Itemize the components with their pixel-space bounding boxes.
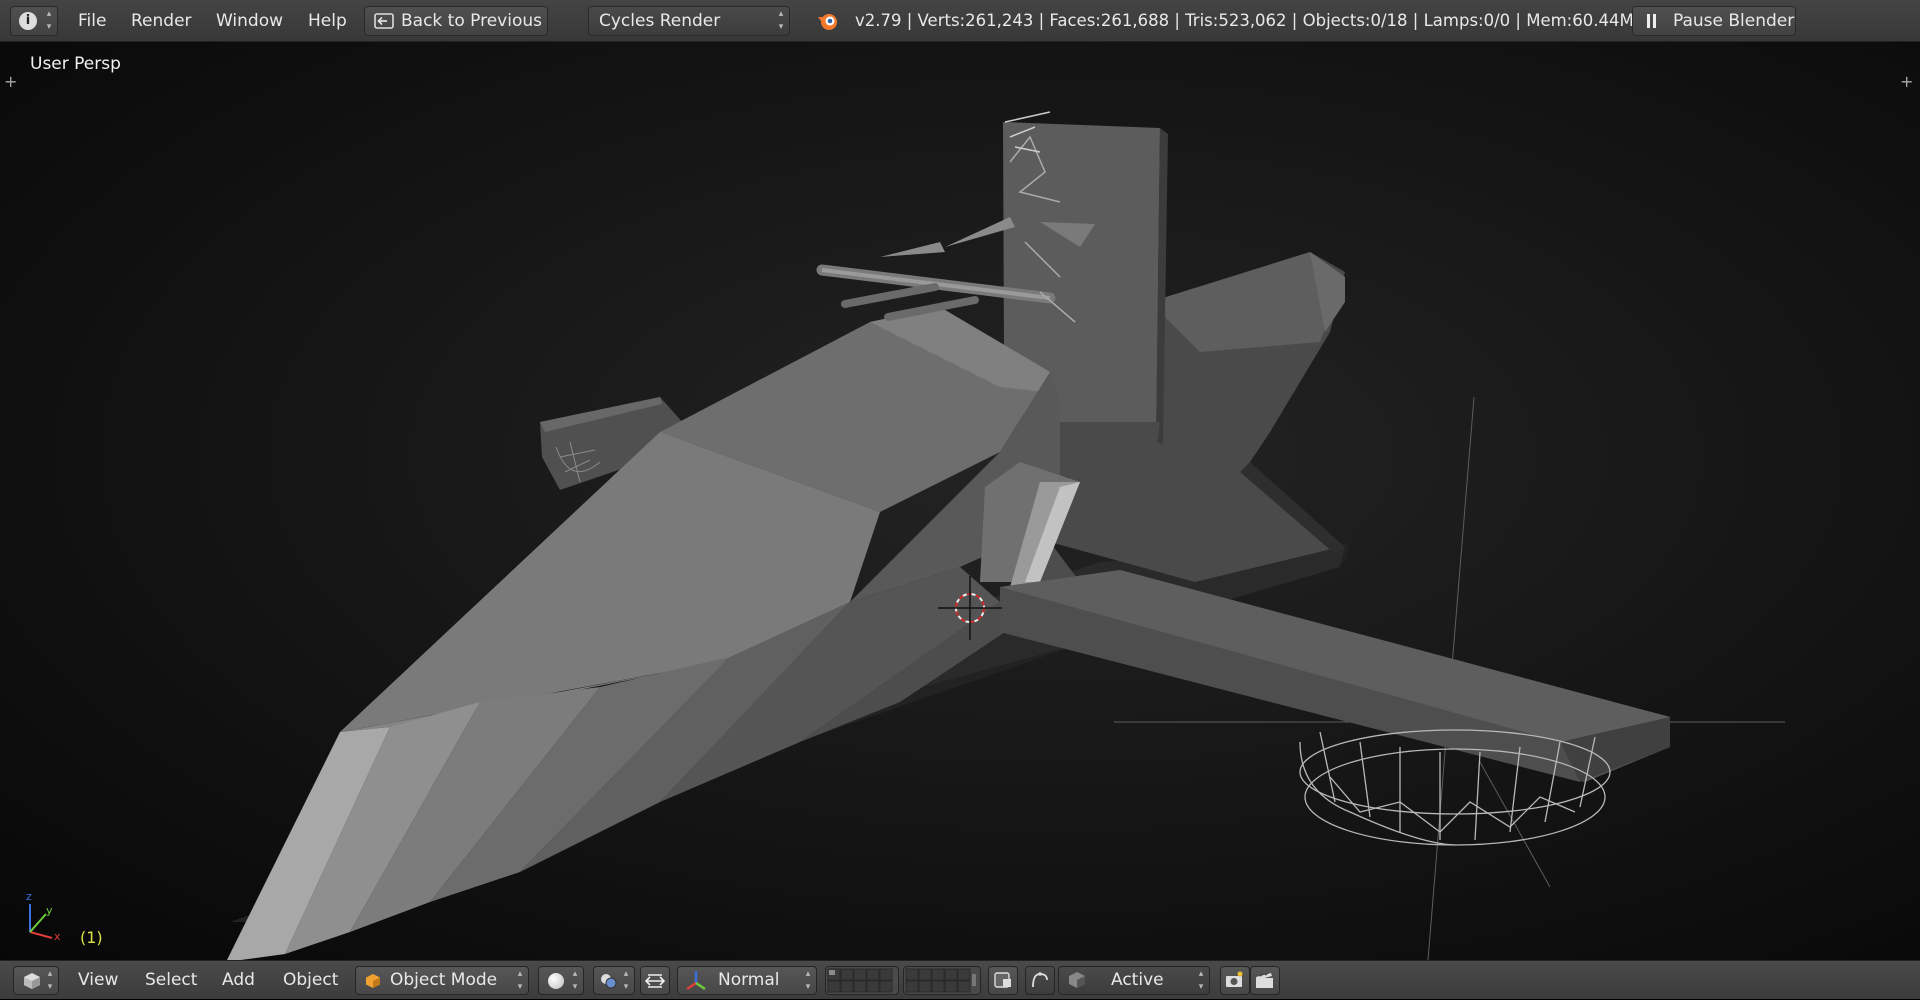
pivot-active-value: Active [1111, 970, 1164, 990]
info-icon: i [19, 12, 37, 30]
proportional-edit-icon [1032, 972, 1048, 988]
proportional-edit-button[interactable] [1025, 966, 1055, 995]
cube-view-icon [24, 973, 40, 989]
axis-y-label: y [46, 904, 53, 917]
menu-help[interactable]: Help [308, 0, 347, 42]
chevron-updown-icon: ▴ ▾ [805, 969, 811, 992]
chevron-updown-icon: ▴ ▾ [46, 9, 52, 32]
snap-icon [1069, 972, 1085, 988]
transform-orientation-icon [686, 971, 706, 991]
menu-render[interactable]: Render [131, 0, 192, 42]
render-image-button[interactable] [1220, 966, 1250, 995]
menu-object[interactable]: Object [283, 961, 338, 1000]
render-clip-icon [1256, 972, 1273, 988]
menu-select[interactable]: Select [145, 961, 197, 1000]
scene-layers-right[interactable] [903, 966, 981, 995]
chevron-updown-icon: ▴ ▾ [517, 969, 523, 992]
back-to-previous-label: Back to Previous [401, 11, 542, 31]
object-mode-cube-icon [366, 974, 380, 988]
info-header: i ▴ ▾ File Render Window Help Back to Pre… [0, 0, 1920, 42]
editor-type-button[interactable]: i ▴ ▾ [10, 6, 58, 36]
scene-statistics: v2.79 | Verts:261,243 | Faces:261,688 | … [855, 11, 1634, 30]
viewport-shading-sphere-icon [548, 973, 564, 989]
chevron-updown-icon: ▴ ▾ [1198, 969, 1204, 992]
chevron-updown-icon: ▴ ▾ [778, 9, 784, 32]
manipulator-toggle[interactable] [640, 966, 670, 995]
back-to-previous-button[interactable]: Back to Previous [364, 6, 548, 36]
pivot-point-select[interactable]: ▴ ▾ [593, 966, 635, 995]
chevron-updown-icon: ▴ ▾ [572, 969, 578, 992]
transform-orientation-value: Normal [718, 970, 780, 990]
menu-add[interactable]: Add [222, 961, 255, 1000]
current-frame-label: (1) [80, 928, 103, 947]
transform-orientation-select[interactable]: Normal ▴ ▾ [677, 966, 817, 995]
scene-layers-left[interactable] [825, 966, 899, 995]
object-mode-select[interactable]: Object Mode ▴ ▾ [355, 966, 529, 995]
viewport-shading-select[interactable]: ▴ ▾ [538, 966, 584, 995]
lock-layers-button[interactable] [988, 966, 1018, 995]
pause-icon [1647, 14, 1650, 28]
menu-file[interactable]: File [78, 0, 106, 42]
menu-window[interactable]: Window [216, 0, 283, 42]
3d-viewport[interactable]: User Persp + + z y x (1) [0, 42, 1920, 960]
pause-blender-label: Pause Blender [1673, 11, 1795, 31]
layers-icon [827, 968, 893, 993]
pause-blender-button[interactable]: Pause Blender [1632, 6, 1796, 36]
object-mode-value: Object Mode [390, 970, 498, 990]
scene-render [29, 111, 1785, 960]
editor-type-button[interactable]: ▴ ▾ [13, 966, 59, 995]
back-icon [374, 13, 394, 29]
render-camera-icon [1226, 971, 1243, 987]
pivot-icon [601, 974, 617, 989]
render-engine-select[interactable]: Cycles Render ▴ ▾ [588, 6, 790, 36]
render-engine-value: Cycles Render [599, 11, 721, 31]
blender-logo-icon [818, 14, 837, 30]
chevron-updown-icon: ▴ ▾ [623, 969, 629, 992]
axis-x-label: x [54, 930, 61, 943]
menu-view[interactable]: View [78, 961, 118, 1000]
render-animation-button[interactable] [1250, 966, 1280, 995]
lock-layers-icon [994, 972, 1011, 988]
3d-view-header: ▴ ▾ View Select Add Object Object Mode ▴ ▾… [0, 960, 1920, 999]
axis-z-label: z [26, 890, 32, 903]
layers-icon [905, 968, 976, 993]
chevron-updown-icon: ▴ ▾ [47, 969, 53, 992]
manipulator-icon [645, 974, 665, 988]
snap-element-select[interactable]: Active ▴ ▾ [1058, 966, 1210, 995]
